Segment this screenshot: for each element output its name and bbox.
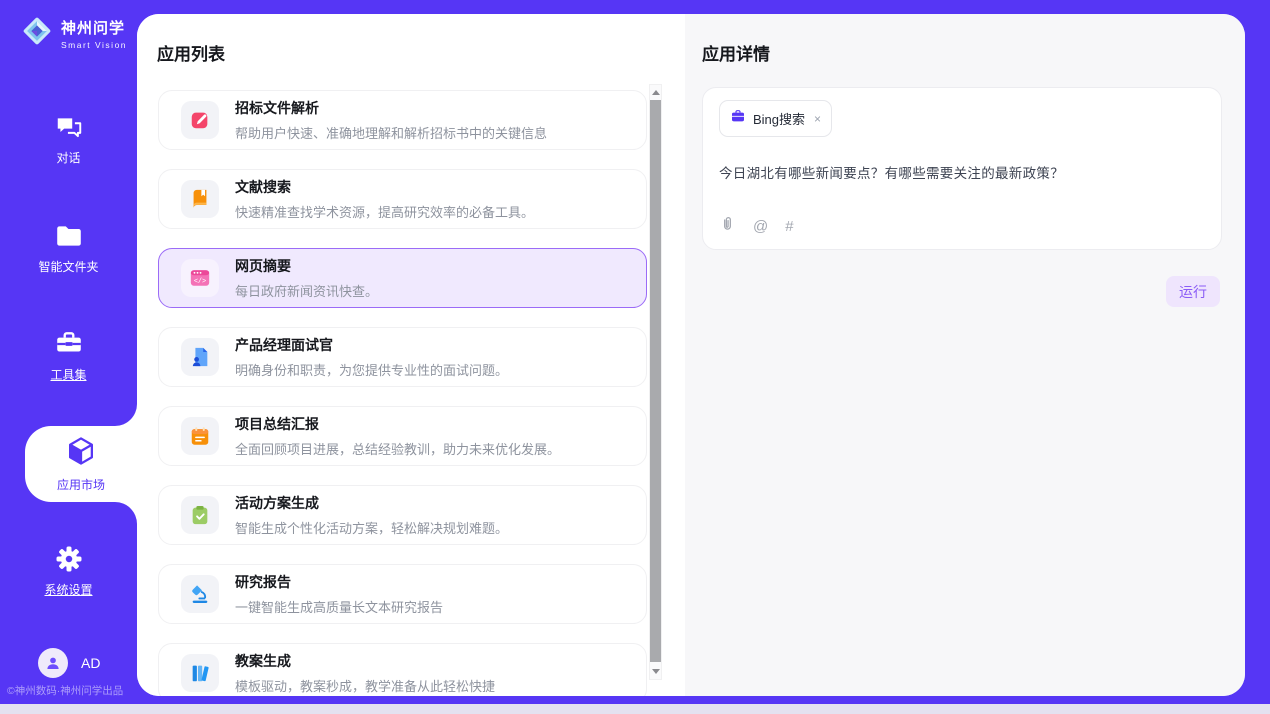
app-item-name: 研究报告 [235, 572, 443, 592]
app-list-item[interactable]: 产品经理面试官明确身份和职责，为您提供专业性的面试问题。 [158, 327, 647, 387]
briefcase-icon [730, 108, 746, 129]
app-item-desc: 帮助用户快速、准确地理解和解析招标书中的关键信息 [235, 123, 547, 142]
main-panel: 应用列表 招标文件解析帮助用户快速、准确地理解和解析招标书中的关键信息文献搜索快… [137, 14, 1245, 696]
user-menu[interactable]: AD [38, 648, 100, 678]
calendar-icon [181, 417, 219, 455]
sidebar-item-label: 应用市场 [25, 476, 137, 493]
at-icon[interactable]: @ [753, 218, 768, 235]
app-window: 神州问学 Smart Vision 对话 智能文件夹 [0, 0, 1270, 714]
app-item-desc: 明确身份和职责，为您提供专业性的面试问题。 [235, 360, 508, 379]
brand-subtitle: Smart Vision [61, 40, 127, 50]
app-item-desc: 每日政府新闻资讯快查。 [235, 281, 378, 300]
app-item-desc: 模板驱动，教案秒成，教学准备从此轻松快捷 [235, 676, 495, 695]
gem-icon [20, 14, 54, 53]
app-detail-panel: 应用详情 Bing搜索 × 今日湖北有哪些新闻要点？有哪些需要关注的最新政策？ [685, 14, 1245, 696]
scrollbar[interactable] [649, 84, 662, 680]
paperclip-icon[interactable] [719, 215, 736, 237]
app-list-item[interactable]: 文献搜索快速精准查找学术资源，提高研究效率的必备工具。 [158, 169, 647, 229]
brand-name: 神州问学 [61, 17, 127, 38]
app-item-name: 教案生成 [235, 651, 495, 671]
interviewer-icon [181, 338, 219, 376]
app-item-desc: 全面回顾项目进展，总结经验教训，助力未来优化发展。 [235, 439, 560, 458]
sidebar-item-settings[interactable]: 系统设置 [0, 544, 137, 598]
app-list-item[interactable]: 活动方案生成智能生成个性化活动方案，轻松解决规划难题。 [158, 485, 647, 545]
books-icon [181, 654, 219, 692]
tool-chip-label: Bing搜索 [753, 109, 805, 128]
app-list-item[interactable]: 研究报告一键智能生成高质量长文本研究报告 [158, 564, 647, 624]
cube-icon [25, 435, 137, 472]
sidebar-item-label: 系统设置 [0, 581, 137, 598]
app-item-desc: 快速精准查找学术资源，提高研究效率的必备工具。 [235, 202, 534, 221]
gear-icon [0, 544, 137, 574]
scroll-up-icon[interactable] [650, 86, 661, 99]
copyright-footer: ©神州数码·神州问学出品 [7, 683, 123, 698]
sidebar-item-smart-folder[interactable]: 智能文件夹 [0, 221, 137, 275]
microscope-icon [181, 575, 219, 613]
run-button[interactable]: 运行 [1166, 276, 1220, 307]
app-list-item[interactable]: 项目总结汇报全面回顾项目进展，总结经验教训，助力未来优化发展。 [158, 406, 647, 466]
sidebar-item-label: 智能文件夹 [0, 258, 137, 275]
webpage-icon: </> [181, 259, 219, 297]
book-icon [181, 180, 219, 218]
brand-logo: 神州问学 Smart Vision [20, 14, 127, 53]
chat-icon [0, 112, 137, 142]
app-item-name: 文献搜索 [235, 177, 534, 197]
app-item-name: 项目总结汇报 [235, 414, 560, 434]
window-bottom-strip [0, 704, 1270, 714]
app-list-panel: 应用列表 招标文件解析帮助用户快速、准确地理解和解析招标书中的关键信息文献搜索快… [137, 14, 685, 696]
prompt-input[interactable]: 今日湖北有哪些新闻要点？有哪些需要关注的最新政策？ [719, 162, 1205, 182]
hash-icon[interactable]: # [785, 218, 793, 235]
svg-text:</>: </> [194, 278, 206, 286]
app-item-name: 产品经理面试官 [235, 335, 508, 355]
scrollbar-thumb[interactable] [650, 100, 661, 662]
app-item-name: 活动方案生成 [235, 493, 508, 513]
avatar [38, 648, 68, 678]
clipboard-icon [181, 496, 219, 534]
user-initials: AD [81, 655, 100, 671]
prompt-card: Bing搜索 × 今日湖北有哪些新闻要点？有哪些需要关注的最新政策？ @ # [702, 87, 1222, 250]
app-list-title: 应用列表 [137, 14, 685, 65]
sidebar-item-chat[interactable]: 对话 [0, 112, 137, 166]
app-list-item[interactable]: </> 网页摘要每日政府新闻资讯快查。 [158, 248, 647, 308]
chip-close-icon[interactable]: × [814, 112, 821, 126]
tool-chip-bing-search[interactable]: Bing搜索 × [719, 100, 832, 137]
toolbox-icon [0, 329, 137, 359]
app-item-desc: 一键智能生成高质量长文本研究报告 [235, 597, 443, 616]
sidebar-item-label: 工具集 [0, 366, 137, 383]
app-item-name: 网页摘要 [235, 256, 378, 276]
app-list: 招标文件解析帮助用户快速、准确地理解和解析招标书中的关键信息文献搜索快速精准查找… [158, 90, 647, 696]
active-notch-bottom [115, 502, 137, 524]
app-detail-title: 应用详情 [685, 14, 1245, 65]
sidebar-item-app-market[interactable]: 应用市场 [25, 426, 137, 502]
edit-icon [181, 101, 219, 139]
sidebar-item-toolset[interactable]: 工具集 [0, 329, 137, 383]
app-list-item[interactable]: 招标文件解析帮助用户快速、准确地理解和解析招标书中的关键信息 [158, 90, 647, 150]
composer-toolbar: @ # [719, 215, 1205, 237]
app-item-desc: 智能生成个性化活动方案，轻松解决规划难题。 [235, 518, 508, 537]
active-notch-top [115, 404, 137, 426]
run-row: 运行 [685, 276, 1245, 307]
sidebar-item-label: 对话 [0, 149, 137, 166]
sidebar: 神州问学 Smart Vision 对话 智能文件夹 [0, 0, 137, 704]
folder-icon [0, 221, 137, 251]
scroll-down-icon[interactable] [650, 665, 661, 678]
app-list-item[interactable]: 教案生成模板驱动，教案秒成，教学准备从此轻松快捷 [158, 643, 647, 696]
app-item-name: 招标文件解析 [235, 98, 547, 118]
